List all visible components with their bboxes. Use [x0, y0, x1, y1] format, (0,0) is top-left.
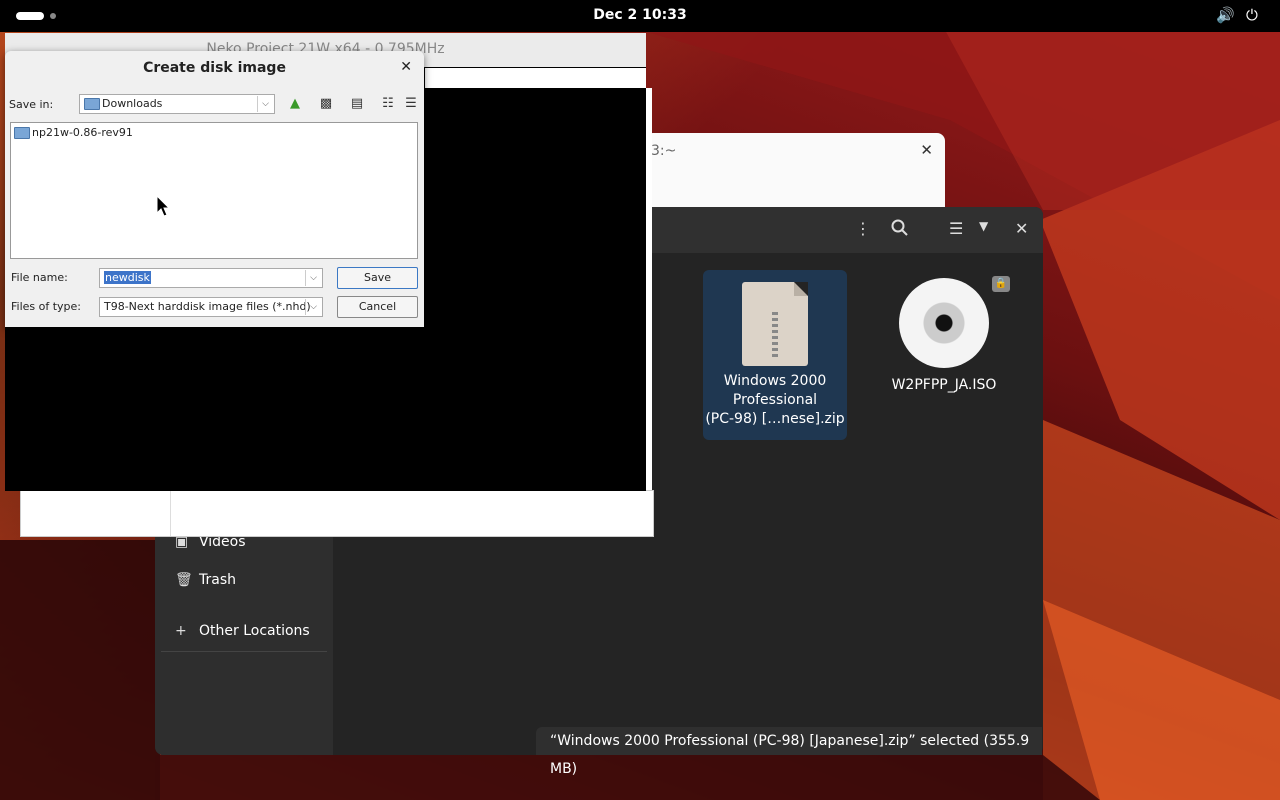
- sidebar-item-other-locations[interactable]: + Other Locations: [175, 623, 310, 639]
- file-name-line3: (PC-98) […nese].zip: [705, 411, 845, 427]
- file-name-label: File name:: [11, 271, 68, 284]
- files-of-type-select[interactable]: T98-Next harddisk image files (*.nhd) ⌵: [99, 297, 323, 317]
- disc-icon: [899, 278, 989, 368]
- power-icon[interactable]: ⏻: [1246, 6, 1258, 24]
- desktop-icon[interactable]: ▩: [316, 96, 336, 114]
- top-bar: Dec 2 10:33 🔊 ⏻: [0, 0, 1280, 32]
- terminal-window[interactable]: 3:~ ✕: [645, 133, 945, 213]
- chevron-down-icon[interactable]: ▼: [979, 219, 988, 233]
- files-of-type-label: Files of type:: [11, 300, 82, 313]
- file-name-line1: Windows 2000: [723, 373, 827, 389]
- list-view-icon[interactable]: ☷: [378, 96, 398, 114]
- behind-window: [20, 490, 654, 537]
- file-name-line2: Professional: [732, 392, 818, 408]
- cancel-button[interactable]: Cancel: [337, 296, 418, 318]
- terminal-title: 3:~: [651, 143, 677, 159]
- list-item[interactable]: np21w-0.86-rev91: [14, 126, 133, 139]
- folder-icon: [14, 127, 30, 139]
- search-icon[interactable]: [891, 219, 909, 241]
- up-folder-icon[interactable]: ▲: [285, 96, 305, 114]
- mouse-cursor-icon: [156, 195, 170, 217]
- plus-icon: +: [175, 623, 187, 639]
- lock-icon: 🔒: [992, 276, 1010, 292]
- behind-window-edge: [646, 88, 652, 490]
- neko-menubar: [425, 68, 646, 88]
- list-view-icon[interactable]: ☰: [949, 219, 963, 238]
- close-icon[interactable]: ✕: [920, 141, 933, 159]
- trash-icon: 🗑: [175, 572, 193, 588]
- sidebar-item-trash[interactable]: 🗑 Trash: [175, 572, 236, 588]
- file-name-field[interactable]: newdisk ⌵: [99, 268, 323, 288]
- create-disk-image-dialog[interactable]: Create disk image ✕ Save in: Downloads ⌵…: [5, 51, 424, 327]
- chevron-down-icon[interactable]: ⌵: [305, 270, 321, 286]
- folder-icon: [84, 98, 100, 110]
- close-icon[interactable]: ✕: [400, 59, 412, 75]
- chevron-down-icon[interactable]: ⌵: [257, 96, 273, 112]
- zip-file-icon: [742, 282, 808, 366]
- clock[interactable]: Dec 2 10:33: [0, 7, 1280, 23]
- chevron-down-icon[interactable]: ⌵: [305, 299, 321, 315]
- save-in-select[interactable]: Downloads ⌵: [79, 94, 275, 114]
- save-button[interactable]: Save: [337, 267, 418, 289]
- file-list[interactable]: np21w-0.86-rev91: [10, 122, 418, 259]
- detail-view-icon[interactable]: ☰: [401, 96, 421, 114]
- file-item-zip[interactable]: Windows 2000 Professional (PC-98) […nese…: [703, 270, 847, 440]
- new-folder-icon[interactable]: ▤: [347, 96, 367, 114]
- sidebar-divider: [161, 651, 327, 652]
- dialog-title: Create disk image: [143, 60, 286, 76]
- volume-icon[interactable]: 🔊: [1216, 6, 1235, 24]
- save-in-label: Save in:: [9, 98, 54, 111]
- menu-dots-icon[interactable]: ⋮: [855, 219, 871, 238]
- close-icon[interactable]: ✕: [1015, 219, 1028, 238]
- file-name: W2PFPP_JA.ISO: [891, 377, 997, 393]
- status-bar: “Windows 2000 Professional (PC-98) [Japa…: [536, 727, 1042, 777]
